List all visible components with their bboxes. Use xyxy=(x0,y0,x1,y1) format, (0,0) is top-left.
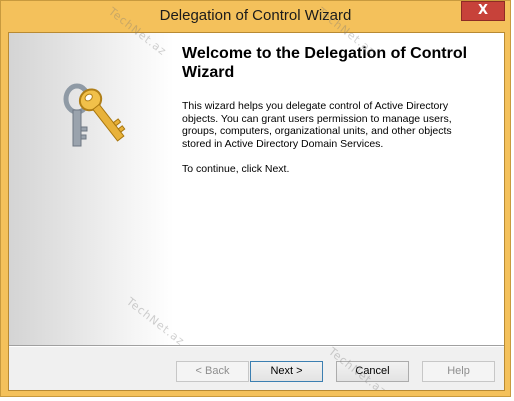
keys-icon xyxy=(63,83,126,147)
back-button[interactable]: < Back xyxy=(176,361,249,382)
wizard-side-panel xyxy=(9,33,174,345)
wizard-description: This wizard helps you delegate control o… xyxy=(182,100,452,150)
next-button[interactable]: Next > xyxy=(250,361,323,382)
window-title: Delegation of Control Wizard xyxy=(159,7,352,24)
title-bar[interactable]: Delegation of Control Wizard X xyxy=(1,1,510,32)
button-divider xyxy=(9,345,504,347)
close-button[interactable]: X xyxy=(461,1,505,21)
wizard-continue-instruction: To continue, click Next. xyxy=(182,163,290,175)
wizard-window: Delegation of Control Wizard X Welcome t… xyxy=(0,0,511,397)
wizard-content-panel: Welcome to the Delegation of Control Wiz… xyxy=(174,33,504,345)
close-icon: X xyxy=(477,3,489,18)
help-button[interactable]: Help xyxy=(422,361,495,382)
wizard-heading: Welcome to the Delegation of Control Wiz… xyxy=(182,45,468,81)
wizard-client-area: Welcome to the Delegation of Control Wiz… xyxy=(8,32,505,391)
